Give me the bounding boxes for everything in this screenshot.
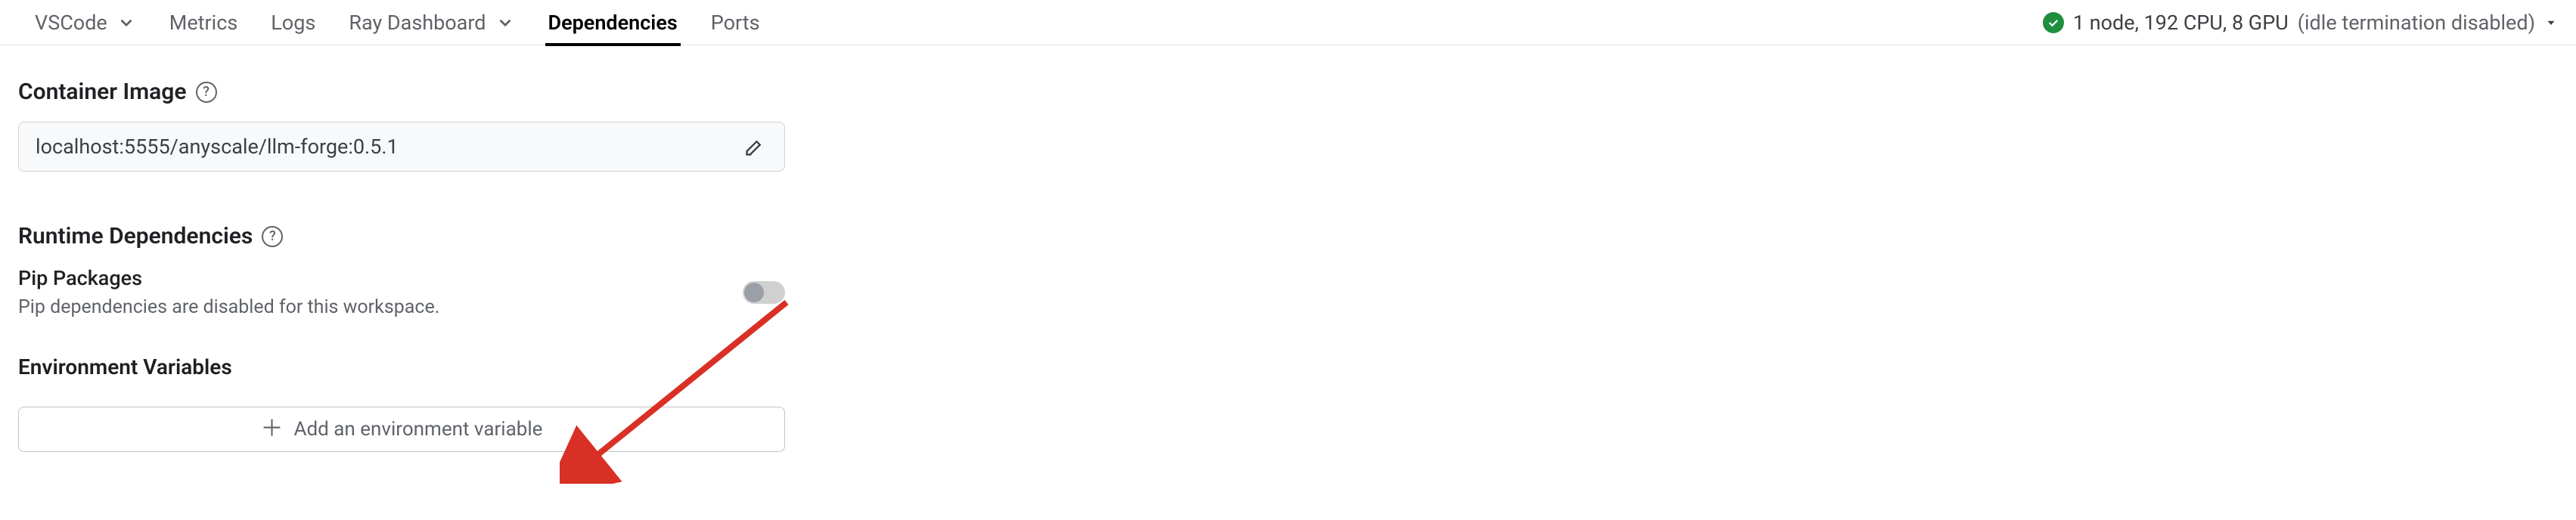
pip-packages-row: Pip Packages Pip dependencies are disabl…	[18, 266, 785, 318]
tab-label: Logs	[271, 11, 315, 35]
tab-metrics[interactable]: Metrics	[153, 0, 255, 45]
help-icon[interactable]: ?	[262, 226, 283, 247]
pip-packages-desc: Pip dependencies are disabled for this w…	[18, 296, 439, 318]
caret-down-icon	[2544, 16, 2558, 29]
tab-ports[interactable]: Ports	[694, 0, 777, 45]
add-env-var-label: Add an environment variable	[294, 418, 543, 441]
tab-label: Metrics	[169, 11, 238, 35]
chevron-down-icon	[495, 13, 515, 32]
edit-image-button[interactable]	[742, 134, 768, 159]
chevron-down-icon	[116, 13, 136, 32]
dependencies-panel: Container Image ? localhost:5555/anyscal…	[0, 45, 802, 485]
plus-icon: ＋	[261, 418, 284, 441]
tab-label: VSCode	[35, 11, 107, 35]
container-image-title: Container Image ?	[18, 79, 784, 105]
toggle-knob	[744, 283, 764, 302]
status-text: 1 node, 192 CPU, 8 GPU	[2073, 11, 2289, 35]
add-env-var-button[interactable]: ＋ Add an environment variable	[18, 407, 785, 452]
tab-bar: VSCode Metrics Logs Ray Dashboard Depend…	[0, 0, 2576, 45]
help-icon[interactable]: ?	[196, 82, 217, 103]
tab-label: Ports	[711, 11, 760, 35]
tab-label: Ray Dashboard	[349, 11, 486, 35]
cluster-status[interactable]: 1 node, 192 CPU, 8 GPU (idle termination…	[2043, 11, 2558, 35]
env-vars-title: Environment Variables	[18, 354, 784, 379]
tab-bar-left: VSCode Metrics Logs Ray Dashboard Depend…	[18, 0, 777, 45]
section-title-text: Runtime Dependencies	[18, 223, 253, 249]
status-ok-icon	[2043, 12, 2064, 33]
container-image-field: localhost:5555/anyscale/llm-forge:0.5.1	[18, 122, 785, 172]
tab-label: Dependencies	[548, 11, 678, 35]
section-title-text: Container Image	[18, 79, 187, 105]
pip-packages-title: Pip Packages	[18, 266, 439, 290]
container-image-value: localhost:5555/anyscale/llm-forge:0.5.1	[36, 135, 399, 159]
tab-ray-dashboard[interactable]: Ray Dashboard	[332, 0, 531, 45]
tab-dependencies[interactable]: Dependencies	[532, 0, 694, 45]
pip-toggle[interactable]	[743, 281, 785, 304]
tab-vscode[interactable]: VSCode	[18, 0, 153, 45]
runtime-deps-title: Runtime Dependencies ?	[18, 223, 784, 249]
tab-logs[interactable]: Logs	[254, 0, 332, 45]
pencil-icon	[744, 136, 765, 157]
status-extra: (idle termination disabled)	[2298, 11, 2535, 35]
